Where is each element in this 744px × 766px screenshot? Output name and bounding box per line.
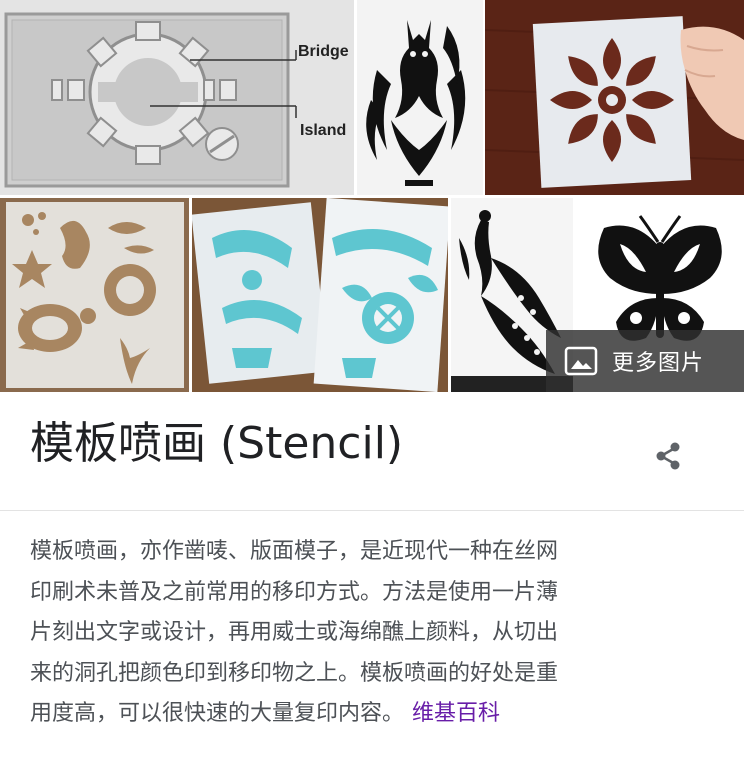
- more-images-label: 更多图片: [612, 351, 705, 376]
- stencil-diagram-graphic: Bridge Island: [0, 0, 354, 195]
- more-images-button[interactable]: 更多图片: [546, 330, 744, 392]
- description-line: 片刻出文字或设计，再用威士或海绵醮上颜料，从切出: [30, 620, 559, 646]
- image-mandala-stencil[interactable]: [485, 0, 744, 195]
- description-line: 印刷术未普及之前常用的移印方式。方法是使用一片薄: [30, 579, 559, 605]
- image-tile-stencils[interactable]: [192, 198, 448, 392]
- description-last-line: 用度高，可以很快速的大量复印内容。 维基百科: [30, 694, 720, 735]
- image-icon: [564, 346, 598, 376]
- image-gallery: Bridge Island 更多图片: [0, 0, 744, 392]
- share-icon: [656, 442, 680, 470]
- image-cat-stencil[interactable]: [357, 0, 483, 195]
- description-line: 来的洞孔把颜色印到移印物之上。模板喷画的好处是重: [30, 660, 559, 686]
- image-sea-creatures-stencil[interactable]: [0, 198, 189, 392]
- label-island: Island: [300, 122, 346, 139]
- description-line: 用度高，可以很快速的大量复印内容。: [30, 701, 405, 727]
- sea-creatures-graphic: [0, 198, 189, 392]
- title-row: 模板喷画 (Stencil): [0, 392, 744, 511]
- mandala-stencil-graphic: [485, 0, 744, 195]
- label-bridge: Bridge: [298, 43, 349, 60]
- description-line: 模板喷画，亦作凿唛、版面模子，是近现代一种在丝网: [30, 539, 559, 564]
- share-button[interactable]: [646, 434, 690, 478]
- tile-stencils-graphic: [192, 198, 448, 392]
- knowledge-panel: Bridge Island 更多图片 模板喷画 (Stencil) 模板喷画，亦…: [0, 0, 744, 766]
- entity-title: 模板喷画 (Stencil): [30, 418, 404, 469]
- cat-stencil-graphic: [357, 0, 483, 195]
- image-stencil-diagram[interactable]: Bridge Island: [0, 0, 354, 195]
- entity-description: 模板喷画，亦作凿唛、版面模子，是近现代一种在丝网 印刷术未普及之前常用的移印方式…: [30, 532, 720, 735]
- wikipedia-source-link[interactable]: 维基百科: [412, 701, 500, 726]
